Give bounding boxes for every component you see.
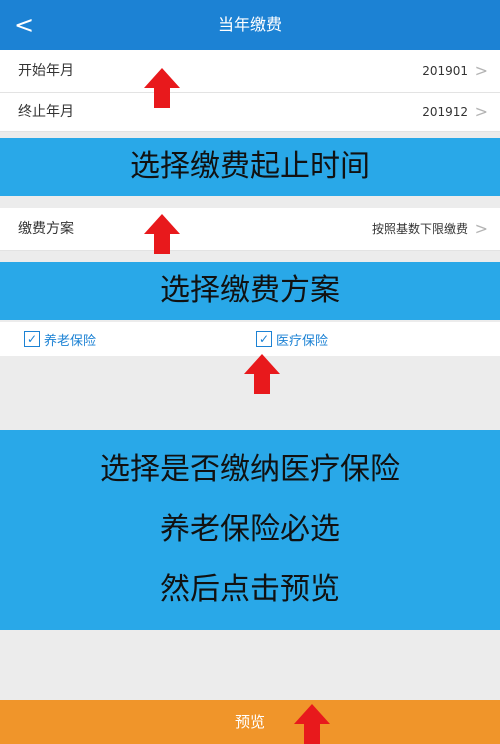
end-month-row[interactable]: 终止年月 201912 > — [0, 93, 500, 132]
medical-label: 医疗保险 — [276, 334, 329, 349]
arrow-up-icon — [144, 68, 180, 108]
preview-button-label: 预览 — [234, 713, 265, 731]
instruction-line-3: 然后点击预览 — [160, 572, 340, 607]
arrow-up-icon — [244, 354, 280, 394]
start-month-value: 201901 — [422, 64, 468, 78]
start-month-row[interactable]: 开始年月 201901 > — [0, 50, 500, 93]
banner-instructions: 选择是否缴纳医疗保险 养老保险必选 然后点击预览 — [0, 430, 500, 630]
payment-plan-row[interactable]: 缴费方案 按照基数下限缴费 > — [0, 208, 500, 251]
payment-plan-value: 按照基数下限缴费 — [371, 222, 468, 236]
pension-label: 养老保险 — [44, 334, 97, 349]
chevron-right-icon: > — [474, 102, 488, 121]
preview-button[interactable]: 预览 — [0, 700, 500, 744]
end-month-label: 终止年月 — [18, 104, 74, 120]
chevron-right-icon: > — [474, 219, 488, 238]
insurance-checkboxes: ✓ 养老保险 ✓ 医疗保险 — [0, 322, 500, 356]
instruction-line-2: 养老保险必选 — [160, 512, 340, 547]
app-header: < 当年缴费 — [0, 0, 500, 50]
medical-checkbox[interactable]: ✓ — [256, 331, 272, 347]
banner-select-period: 选择缴费起止时间 — [0, 138, 500, 196]
chevron-right-icon: > — [474, 61, 488, 80]
payment-plan-label: 缴费方案 — [18, 221, 74, 237]
page-title: 当年缴费 — [217, 15, 282, 34]
banner-select-plan: 选择缴费方案 — [0, 262, 500, 320]
pension-checkbox[interactable]: ✓ — [24, 331, 40, 347]
arrow-up-icon — [294, 704, 330, 744]
instruction-line-1: 选择是否缴纳医疗保险 — [100, 452, 400, 487]
end-month-value: 201912 — [422, 105, 468, 119]
arrow-up-icon — [144, 214, 180, 254]
start-month-label: 开始年月 — [18, 63, 74, 79]
